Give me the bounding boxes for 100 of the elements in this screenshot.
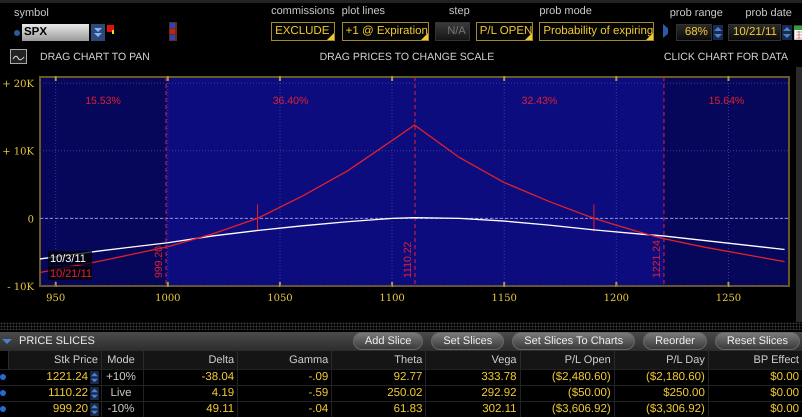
table-cell: 61.83 bbox=[331, 400, 426, 417]
calendar-icon[interactable] bbox=[794, 24, 802, 40]
field-label: commissions bbox=[271, 4, 335, 18]
y-axis-label: 0 bbox=[28, 214, 34, 226]
column-header[interactable]: Gamma bbox=[237, 350, 332, 369]
table-cell: 49.11 bbox=[143, 400, 238, 417]
table-cell[interactable]: 1110.22 bbox=[48, 386, 88, 401]
table-cell: $0.00 bbox=[708, 368, 802, 385]
price-slice-line[interactable] bbox=[166, 76, 167, 287]
column-header[interactable]: Delta bbox=[143, 350, 238, 369]
x-axis-label: 1000 bbox=[155, 293, 181, 304]
table-cell: $250.00 bbox=[614, 384, 708, 401]
price-slice-label: 1221.24 bbox=[650, 240, 663, 278]
table-cell: +10% bbox=[101, 368, 143, 385]
slice-button[interactable]: Reset Slices bbox=[714, 332, 800, 350]
corner-icon bbox=[326, 33, 334, 40]
column-header[interactable]: Stk Price bbox=[8, 350, 101, 369]
field-label: prob range bbox=[670, 6, 723, 20]
dropdown[interactable]: EXCLUDE bbox=[271, 22, 335, 42]
breakeven-marker bbox=[257, 204, 258, 232]
field-label: prob date bbox=[745, 6, 792, 20]
probability-label: 15.64% bbox=[708, 95, 744, 108]
probability-label: 15.53% bbox=[85, 95, 121, 108]
table-cell: ($50.00) bbox=[520, 384, 614, 401]
table-cell: 250.02 bbox=[331, 384, 426, 401]
table-cell: -.09 bbox=[237, 368, 332, 385]
slice-button[interactable]: Add Slice bbox=[352, 332, 424, 350]
play-arrow-icon[interactable] bbox=[663, 24, 668, 38]
table-cell: ($3,606.92) bbox=[520, 400, 614, 417]
row-dot-icon bbox=[0, 406, 6, 412]
column-header[interactable]: Mode bbox=[101, 350, 143, 369]
spinner-field[interactable]: 68% bbox=[676, 24, 712, 42]
price-slice-line[interactable] bbox=[663, 76, 664, 287]
column-header[interactable]: Theta bbox=[331, 350, 426, 369]
field-label: prob mode bbox=[539, 4, 592, 18]
table-cell: ($3,306.92) bbox=[614, 400, 708, 417]
table-cell[interactable]: 999.20 bbox=[52, 402, 88, 417]
table-cell: $0.00 bbox=[708, 400, 802, 417]
table-cell[interactable]: 1221.24 bbox=[46, 370, 88, 385]
table-cell: 4.19 bbox=[143, 384, 238, 401]
series-label: 10/3/11 bbox=[50, 253, 86, 266]
y-axis-label: - 10K bbox=[7, 282, 34, 294]
table-cell: -.59 bbox=[237, 384, 332, 401]
series-label: 10/21/11 bbox=[50, 268, 92, 280]
hint-text: CLICK CHART FOR DATA bbox=[664, 50, 788, 63]
collapse-arrow-icon[interactable] bbox=[2, 337, 13, 346]
slice-button[interactable]: Set Slices bbox=[431, 332, 504, 350]
table-cell: Live bbox=[101, 384, 143, 401]
price-slice-line[interactable] bbox=[414, 76, 416, 287]
hint-text: DRAG CHART TO PAN bbox=[40, 50, 150, 63]
column-header[interactable]: P/L Open bbox=[520, 350, 614, 369]
table-cell: ($2,480.60) bbox=[520, 368, 614, 385]
dropdown-arrows-icon[interactable] bbox=[91, 24, 105, 42]
field-label: symbol bbox=[14, 6, 49, 20]
dropdown[interactable]: P/L OPEN bbox=[476, 22, 534, 42]
table-cell: -38.04 bbox=[143, 368, 238, 385]
table-cell: -.04 bbox=[237, 400, 332, 417]
field-label: plot lines bbox=[342, 4, 386, 18]
chart-icon[interactable] bbox=[10, 49, 27, 64]
x-axis-label: 1150 bbox=[491, 293, 517, 304]
row-dot-icon bbox=[0, 374, 6, 380]
table-cell: -10% bbox=[101, 400, 143, 417]
slice-button[interactable]: Set Slices To Charts bbox=[512, 332, 636, 350]
dropdown[interactable]: Probability of expiring bbox=[539, 22, 654, 42]
spinner-arrows-icon[interactable] bbox=[90, 402, 99, 416]
column-header[interactable]: P/L Day bbox=[614, 350, 708, 369]
corner-icon bbox=[525, 33, 532, 40]
column-header[interactable]: BP Effect bbox=[708, 350, 802, 369]
field-label: step bbox=[448, 4, 470, 18]
table-cell: 333.78 bbox=[425, 368, 520, 385]
color-grid-icon[interactable] bbox=[168, 22, 178, 42]
date-field[interactable]: 10/21/11 bbox=[728, 24, 781, 42]
dot-icon bbox=[14, 30, 20, 36]
breakeven-marker bbox=[593, 204, 594, 232]
price-slice-label: 999.20 bbox=[153, 246, 166, 278]
probability-label: 36.40% bbox=[272, 95, 308, 108]
dropdown[interactable]: +1 @ Expiration bbox=[342, 22, 429, 42]
y-axis-label: + 20K bbox=[2, 79, 34, 90]
column-header[interactable]: Vega bbox=[425, 350, 520, 369]
spinner-arrows-icon[interactable] bbox=[712, 25, 723, 40]
spinner-arrows-icon[interactable] bbox=[90, 370, 99, 384]
x-axis-label: 950 bbox=[46, 293, 66, 304]
table-cell: 302.11 bbox=[425, 400, 520, 417]
slice-button[interactable]: Reorder bbox=[643, 332, 707, 350]
price-slice-label: 1110.22 bbox=[402, 242, 414, 278]
step-field: N/A bbox=[434, 22, 470, 42]
spinner-arrows-icon[interactable] bbox=[90, 386, 99, 400]
hint-text: DRAG PRICES TO CHANGE SCALE bbox=[320, 50, 494, 63]
table-cell: 92.77 bbox=[331, 368, 426, 385]
x-axis-label: 1200 bbox=[604, 293, 630, 304]
table-cell: 292.92 bbox=[425, 384, 520, 401]
x-axis-label: 1250 bbox=[716, 293, 742, 304]
row-dot-icon bbox=[0, 390, 6, 396]
table-cell: ($2,180.60) bbox=[614, 368, 708, 385]
spinner-arrows-icon[interactable] bbox=[782, 25, 792, 40]
probability-label: 32.43% bbox=[522, 95, 558, 108]
section-title: PRICE SLICES bbox=[19, 335, 95, 348]
x-axis-label: 1050 bbox=[267, 293, 293, 304]
x-axis-label: 1100 bbox=[379, 293, 405, 304]
symbol-field[interactable]: SPX bbox=[22, 24, 89, 42]
